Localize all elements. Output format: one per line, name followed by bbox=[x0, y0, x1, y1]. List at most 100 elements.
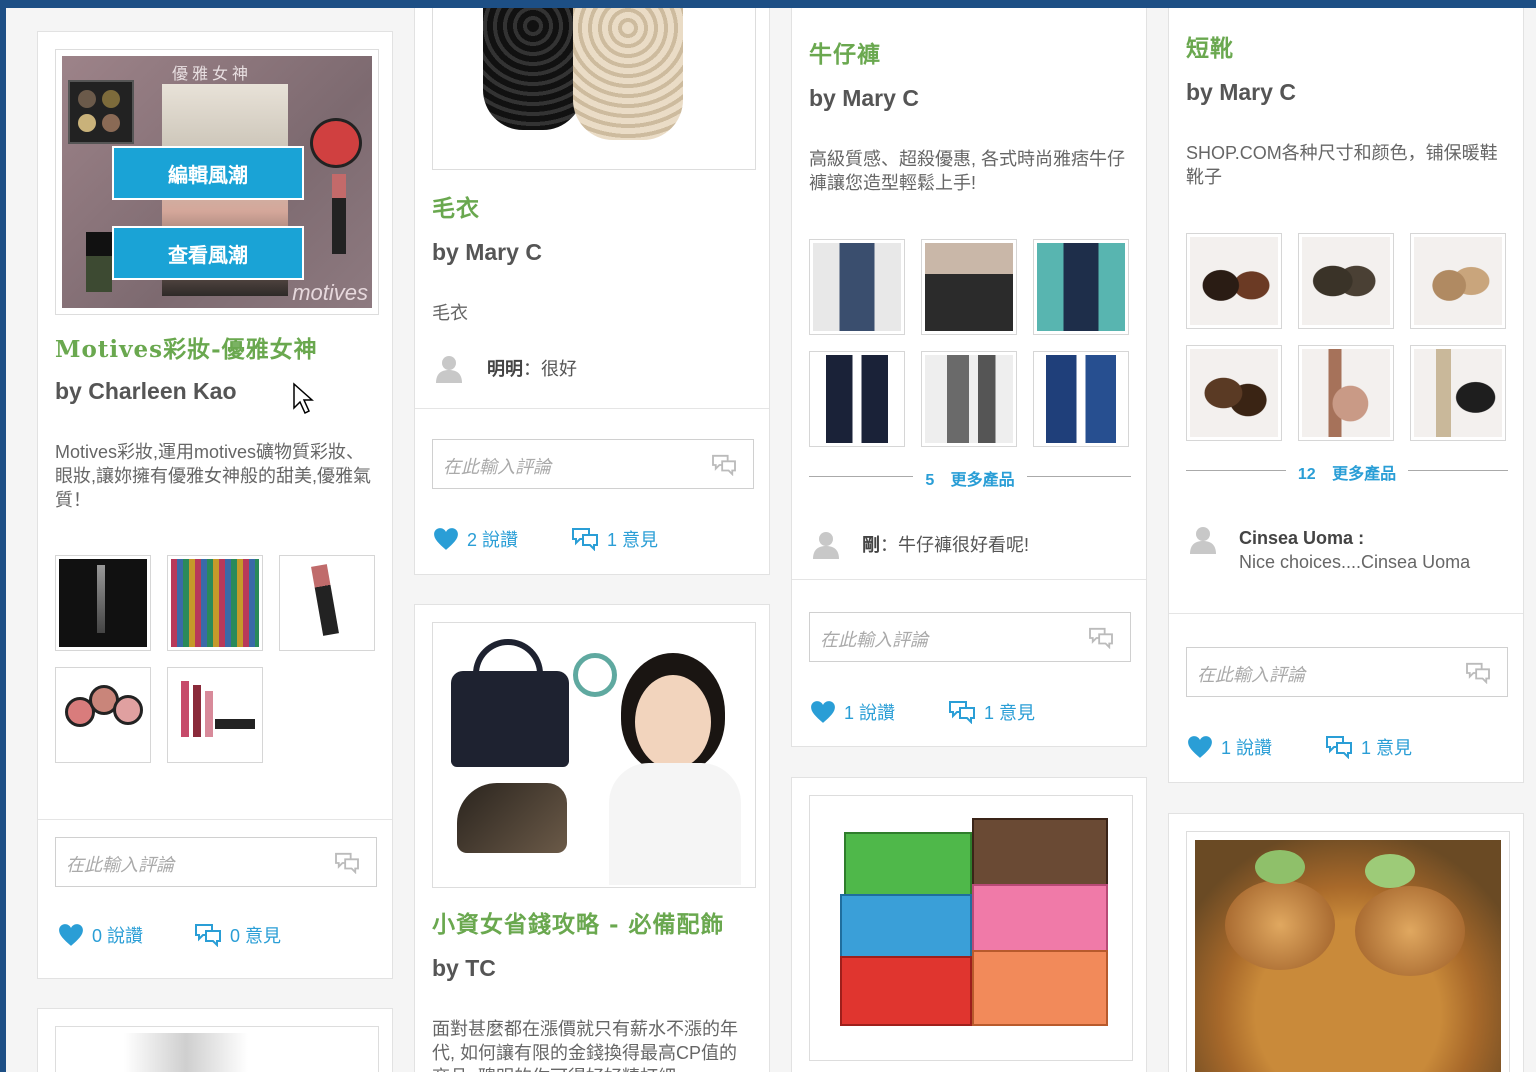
mouse-cursor-icon bbox=[293, 382, 314, 415]
comment-placeholder: 在此輸入評論 bbox=[66, 855, 174, 876]
card-description: 高級質感、超殺優惠, 各式時尚雅痞牛仔褲讓您造型輕鬆上手! bbox=[809, 149, 1126, 193]
more-products-label: 12 更多產品 bbox=[1285, 466, 1409, 483]
divider bbox=[415, 408, 769, 409]
product-thumb[interactable] bbox=[1186, 233, 1282, 329]
divider bbox=[792, 579, 1146, 580]
latest-comment: Cinsea Uoma : Nice choices....Cinsea Uom… bbox=[1239, 528, 1471, 572]
product-thumb[interactable] bbox=[1410, 345, 1506, 441]
product-thumb[interactable] bbox=[167, 555, 263, 651]
avatar bbox=[811, 529, 841, 559]
cover-image[interactable]: 優雅女神 motives 編輯風潮 查看風潮 bbox=[55, 49, 379, 315]
like-count: 2 說讚 bbox=[467, 530, 519, 550]
product-thumb[interactable] bbox=[809, 351, 905, 447]
comment-submit-icon[interactable] bbox=[711, 454, 737, 476]
opinion-count: 0 意見 bbox=[230, 926, 282, 946]
comment-text: ：很好 bbox=[523, 359, 577, 379]
like-count: 1 說讚 bbox=[1221, 738, 1273, 758]
comment-input[interactable]: 在此輸入評論 bbox=[1186, 647, 1508, 697]
cover-title: 優雅女神 bbox=[172, 64, 253, 83]
card-description: Motives彩妝,運用motives礦物質彩妝、眼妝,讓妳擁有優雅女神般的甜美… bbox=[55, 442, 372, 510]
like-count: 0 說讚 bbox=[92, 926, 144, 946]
product-thumb[interactable] bbox=[1186, 345, 1282, 441]
more-products-link[interactable]: 12 更多產品 bbox=[1186, 460, 1508, 483]
product-thumb[interactable] bbox=[167, 667, 263, 763]
card-author[interactable]: by TC bbox=[432, 955, 496, 982]
card-title[interactable]: 牛仔褲 bbox=[809, 35, 881, 69]
card-title[interactable]: Motives彩妝-優雅女神 bbox=[55, 330, 318, 364]
like-button[interactable]: 1 說讚 bbox=[810, 697, 895, 727]
like-button[interactable]: 1 說讚 bbox=[1187, 732, 1272, 762]
heart-icon bbox=[58, 923, 84, 947]
product-thumb[interactable] bbox=[921, 239, 1017, 335]
opinion-count: 1 意見 bbox=[1361, 738, 1413, 758]
product-thumb[interactable] bbox=[55, 555, 151, 651]
collection-card-food bbox=[1168, 813, 1524, 1072]
card-author[interactable]: by Mary C bbox=[809, 85, 919, 112]
card-actions: 1 說讚 1 意見 bbox=[1187, 732, 1507, 762]
product-thumb[interactable] bbox=[1033, 351, 1129, 447]
product-thumb[interactable] bbox=[1410, 233, 1506, 329]
cover-image[interactable] bbox=[1186, 831, 1510, 1072]
comment-submit-icon[interactable] bbox=[1465, 662, 1491, 684]
latest-comment: 剛：牛仔褲很好看呢! bbox=[862, 531, 1029, 557]
comment-submit-icon[interactable] bbox=[334, 852, 360, 874]
product-thumb[interactable] bbox=[809, 239, 905, 335]
edit-trend-button[interactable]: 編輯風潮 bbox=[112, 146, 304, 200]
opinion-count: 1 意見 bbox=[607, 530, 659, 550]
card-description: 毛衣 bbox=[432, 303, 468, 323]
comment-author[interactable]: 明明 bbox=[487, 359, 523, 379]
avatar bbox=[434, 353, 464, 383]
collection-card-jeans: 牛仔褲 by Mary C 高級質感、超殺優惠, 各式時尚雅痞牛仔褲讓您造型輕鬆… bbox=[791, 8, 1147, 747]
opinion-button[interactable]: 1 意見 bbox=[948, 697, 1035, 727]
opinion-count: 1 意見 bbox=[984, 703, 1036, 723]
cover-brand: motives bbox=[292, 280, 368, 305]
eyeshadow-palette bbox=[68, 80, 134, 144]
heart-icon bbox=[810, 700, 836, 724]
cover-image[interactable] bbox=[432, 8, 756, 170]
comment-bubble-icon bbox=[194, 923, 222, 947]
product-thumb[interactable] bbox=[55, 667, 151, 763]
view-trend-button[interactable]: 查看風潮 bbox=[112, 226, 304, 280]
comment-placeholder: 在此輸入評論 bbox=[1197, 665, 1305, 686]
card-author[interactable]: by Charleen Kao bbox=[55, 378, 237, 405]
product-thumb[interactable] bbox=[1298, 345, 1394, 441]
heart-icon bbox=[433, 527, 459, 551]
card-author[interactable]: by Mary C bbox=[432, 239, 542, 266]
product-thumb[interactable] bbox=[1298, 233, 1394, 329]
like-button[interactable]: 2 說讚 bbox=[433, 524, 518, 554]
lipstick bbox=[332, 174, 346, 254]
opinion-button[interactable]: 0 意見 bbox=[194, 920, 281, 950]
like-count: 1 說讚 bbox=[844, 703, 896, 723]
comment-author[interactable]: Cinsea Uoma bbox=[1239, 528, 1353, 548]
more-products-link[interactable]: 5 更多產品 bbox=[809, 466, 1131, 489]
latest-comment: 明明：很好 bbox=[487, 355, 577, 381]
comment-submit-icon[interactable] bbox=[1088, 627, 1114, 649]
collection-card-storage-boxes bbox=[791, 777, 1147, 1072]
cover-image[interactable] bbox=[809, 795, 1133, 1061]
card-actions: 2 說讚 1 意見 bbox=[433, 524, 753, 554]
opinion-button[interactable]: 1 意見 bbox=[571, 524, 658, 554]
opinion-button[interactable]: 1 意見 bbox=[1325, 732, 1412, 762]
comment-input[interactable]: 在此輸入評論 bbox=[55, 837, 377, 887]
collection-card-accessories: 小資女省錢攻略 - 必備配飾 by TC 面對甚麼都在漲價就只有薪水不漲的年代,… bbox=[414, 604, 770, 1072]
product-thumb[interactable] bbox=[279, 555, 375, 651]
cover-image[interactable] bbox=[55, 1026, 379, 1072]
collection-card-motives: 優雅女神 motives 編輯風潮 查看風潮 Motives彩妝-優雅女神 by… bbox=[37, 31, 393, 979]
cover-image[interactable] bbox=[432, 622, 756, 888]
blush-compact bbox=[310, 118, 362, 168]
product-thumb[interactable] bbox=[1033, 239, 1129, 335]
comment-input[interactable]: 在此輸入評論 bbox=[432, 439, 754, 489]
like-button[interactable]: 0 說讚 bbox=[58, 920, 143, 950]
card-author[interactable]: by Mary C bbox=[1186, 79, 1296, 106]
product-thumb[interactable] bbox=[921, 351, 1017, 447]
card-description: 面對甚麼都在漲價就只有薪水不漲的年代, 如何讓有限的金錢換得最高CP值的商品, … bbox=[432, 1019, 738, 1072]
card-title[interactable]: 短靴 bbox=[1186, 29, 1234, 63]
nail-polish bbox=[86, 232, 112, 292]
comment-text: ：牛仔褲很好看呢! bbox=[880, 535, 1030, 555]
collection-card-partial bbox=[37, 1008, 393, 1072]
card-title[interactable]: 小資女省錢攻略 - 必備配飾 bbox=[432, 905, 725, 939]
card-title[interactable]: 毛衣 bbox=[432, 189, 480, 223]
comment-input[interactable]: 在此輸入評論 bbox=[809, 612, 1131, 662]
avatar bbox=[1188, 524, 1218, 554]
comment-author[interactable]: 剛 bbox=[862, 535, 880, 555]
